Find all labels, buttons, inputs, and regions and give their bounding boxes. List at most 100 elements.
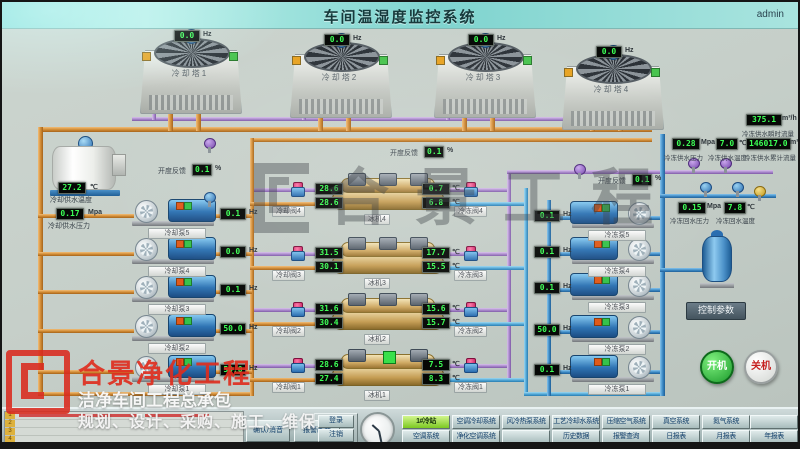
chiller-label: 冰机2 bbox=[364, 334, 390, 345]
alarm-row-number: 2 bbox=[5, 420, 15, 427]
status-tag bbox=[564, 68, 573, 77]
status-indicator bbox=[184, 278, 192, 286]
run-indicator bbox=[176, 358, 184, 366]
chw-out-display: 7.5 bbox=[422, 359, 450, 371]
alarm-ack-button[interactable]: 确认/消音 bbox=[246, 420, 290, 442]
pump-freq-display: 0.1 bbox=[220, 208, 246, 220]
pressure-unit: Mpa bbox=[707, 203, 721, 210]
cooling-tower-4[interactable]: 冷却塔4 bbox=[562, 54, 662, 130]
nav-ac-cooling-system[interactable]: 空调冷却系统 bbox=[452, 415, 500, 429]
cooling-pump-3[interactable] bbox=[130, 274, 216, 302]
pump-head-icon bbox=[628, 316, 651, 339]
temp-unit: ℃ bbox=[452, 198, 460, 206]
percent-unit: % bbox=[655, 175, 661, 182]
alarm-row-number: 3 bbox=[5, 428, 15, 435]
flow-unit: m³/h bbox=[782, 115, 797, 122]
tower-louver bbox=[299, 99, 383, 114]
pump-freq-display: 0.1 bbox=[534, 282, 560, 294]
cooling-valve-icon[interactable] bbox=[291, 358, 303, 373]
pump-head-icon bbox=[628, 238, 651, 261]
freq-unit: Hz bbox=[563, 211, 572, 218]
pump-freq-display: 50.0 bbox=[220, 364, 246, 376]
chilled-pump-5[interactable] bbox=[570, 200, 656, 228]
cooling-supply-temp-label: 冷却供水温度 bbox=[50, 195, 92, 205]
tower-freq-display: 0.0 bbox=[596, 46, 622, 58]
nav-monthly-report[interactable]: 月报表 bbox=[702, 430, 750, 442]
cooling-supply-pressure-label: 冷却供水压力 bbox=[48, 221, 90, 231]
nav-ahu-system[interactable]: 空调系统 bbox=[402, 430, 450, 442]
start-button[interactable]: 开机 bbox=[700, 350, 734, 384]
pressure-unit: Mpa bbox=[88, 209, 102, 216]
freq-unit: Hz bbox=[625, 47, 634, 54]
alarm-row[interactable]: 2 bbox=[5, 420, 243, 428]
alarm-row[interactable]: 3 bbox=[5, 428, 243, 436]
nav-disabled-button bbox=[502, 430, 550, 442]
percent-unit: % bbox=[215, 165, 221, 172]
page-title: 车间温湿度监控系统 bbox=[2, 6, 798, 27]
chilled-pump-2[interactable] bbox=[570, 314, 656, 342]
nav-process-cooling-water-system[interactable]: 工艺冷却水系统 bbox=[552, 415, 600, 429]
nav-compressed-air-system[interactable]: 压缩空气系统 bbox=[602, 415, 650, 429]
logged-in-user[interactable]: admin bbox=[757, 9, 784, 20]
cooling-tower-1[interactable]: 冷却塔1 bbox=[140, 38, 240, 114]
chw-supply-temp-label: 冷冻供水温度 bbox=[708, 152, 747, 162]
chilled-pump-1[interactable] bbox=[570, 354, 656, 382]
chiller-label: 冰机4 bbox=[364, 214, 390, 225]
alarm-row[interactable]: 4 bbox=[5, 436, 243, 442]
run-indicator bbox=[594, 204, 602, 212]
temp-unit: ℃ bbox=[452, 248, 460, 256]
pressure-transmitter-icon bbox=[700, 182, 710, 197]
pump-head-icon bbox=[135, 356, 158, 379]
nav-chiller-station-1[interactable]: 1#冷站 bbox=[402, 415, 450, 429]
stop-button[interactable]: 关机 bbox=[744, 350, 778, 384]
hmi-screen: 车间温湿度监控系统 admin bbox=[2, 2, 798, 442]
chw-return-temp-display: 7.8 bbox=[724, 202, 746, 214]
freq-unit: Hz bbox=[563, 325, 572, 332]
pump-head-icon bbox=[628, 274, 651, 297]
pressure-transmitter-icon bbox=[574, 164, 584, 179]
cooling-tower-3[interactable]: 冷却塔3 bbox=[434, 42, 534, 118]
nav-vacuum-system[interactable]: 真空系统 bbox=[652, 415, 700, 429]
valve-label: 冷却阀2 bbox=[272, 326, 305, 337]
nav-history-data[interactable]: 历史数据 bbox=[552, 430, 600, 442]
bypass-valve-icon[interactable] bbox=[204, 192, 214, 207]
alarm-row[interactable]: 1 bbox=[5, 412, 243, 420]
tower-freq-display: 0.0 bbox=[324, 34, 350, 46]
logout-button[interactable]: 注销 bbox=[318, 429, 354, 442]
chilled-valve-icon[interactable] bbox=[464, 358, 476, 373]
cooling-valve-icon[interactable] bbox=[291, 246, 303, 261]
chilled-valve-icon[interactable] bbox=[464, 302, 476, 317]
chiller-label: 冰机3 bbox=[364, 278, 390, 289]
cooling-supply-pressure-display: 0.17 bbox=[56, 208, 84, 220]
nav-daily-report[interactable]: 日报表 bbox=[652, 430, 700, 442]
status-indicator bbox=[602, 358, 610, 366]
nav-air-cooled-heatpump-system[interactable]: 风冷热泵系统 bbox=[502, 415, 550, 429]
cooling-valve-icon[interactable] bbox=[291, 182, 303, 197]
temp-unit: ℃ bbox=[452, 318, 460, 326]
temp-unit: ℃ bbox=[90, 183, 98, 191]
chilled-valve-icon[interactable] bbox=[464, 182, 476, 197]
status-tag bbox=[229, 52, 238, 61]
pump-head-icon bbox=[628, 202, 651, 225]
nav-clean-ac-system[interactable]: 净化空调系统 bbox=[452, 430, 500, 442]
expansion-tank bbox=[698, 230, 736, 288]
status-tag bbox=[436, 56, 445, 65]
cooling-tower-2[interactable]: 冷却塔2 bbox=[290, 42, 390, 118]
chw-return-pressure-display: 0.15 bbox=[678, 202, 706, 214]
cooling-valve-icon[interactable] bbox=[291, 302, 303, 317]
cooling-pump-1[interactable] bbox=[130, 354, 216, 382]
freq-unit: Hz bbox=[497, 35, 506, 42]
pressure-unit: Mpa bbox=[701, 139, 715, 146]
nav-alarm-query[interactable]: 报警查询 bbox=[602, 430, 650, 442]
shutoff-valve-icon[interactable] bbox=[754, 186, 764, 201]
cooling-pump-4[interactable] bbox=[130, 236, 216, 264]
cw-in-display: 31.6 bbox=[315, 303, 343, 315]
nav-nitrogen-system[interactable]: 氮气系统 bbox=[702, 415, 750, 429]
nav-annual-report[interactable]: 年报表 bbox=[750, 430, 798, 442]
alarm-list[interactable]: 1 2 3 4 bbox=[4, 411, 244, 442]
chilled-valve-icon[interactable] bbox=[464, 246, 476, 261]
login-button[interactable]: 登录 bbox=[318, 415, 354, 428]
chw-return-temp-label: 冷冻回水温度 bbox=[716, 215, 755, 225]
cooling-pump-2[interactable] bbox=[130, 313, 216, 341]
control-params-button[interactable]: 控制参数 bbox=[686, 302, 746, 320]
